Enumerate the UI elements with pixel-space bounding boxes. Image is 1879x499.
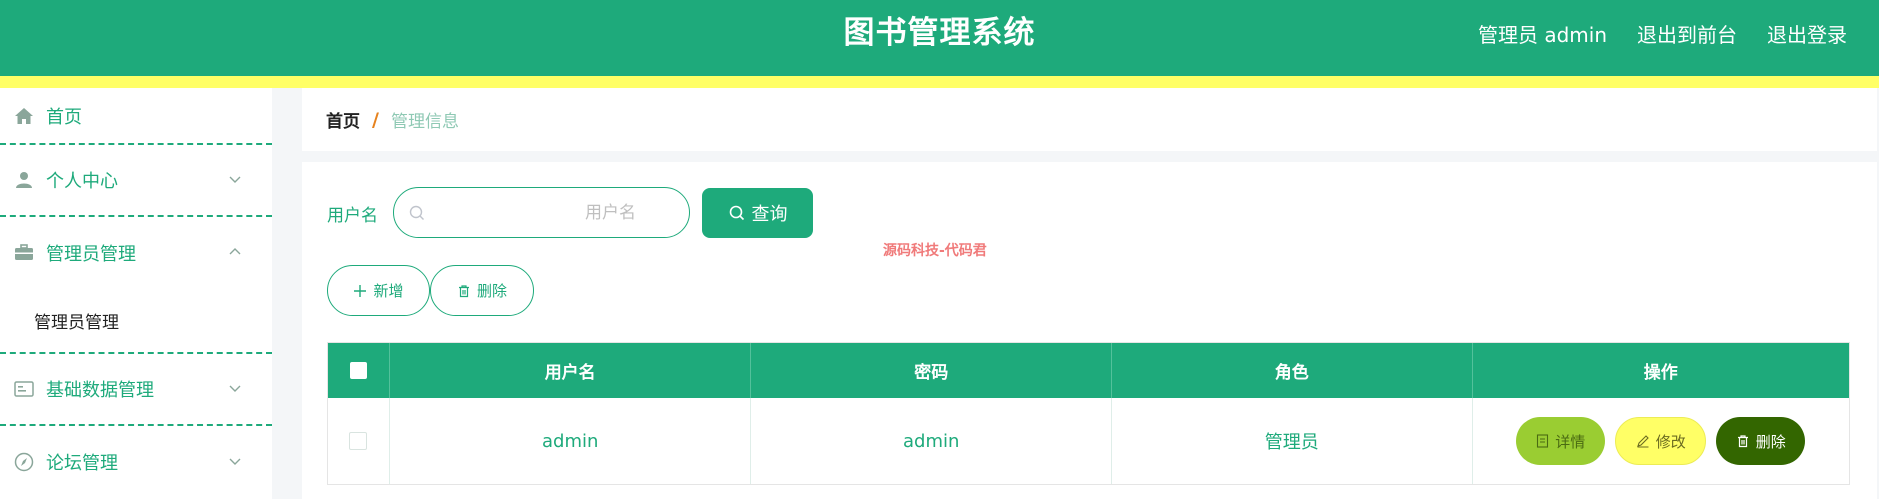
trash-icon xyxy=(1737,435,1748,448)
row-select-cell xyxy=(328,398,390,484)
search-icon xyxy=(409,205,424,220)
select-all-checkbox[interactable] xyxy=(349,362,367,379)
search-button-label: 查询 xyxy=(751,204,788,225)
detail-button[interactable]: 详情 xyxy=(1516,417,1606,465)
breadcrumb: 首页 / 管理信息 xyxy=(302,88,1877,151)
cell-role: 管理员 xyxy=(1112,398,1473,484)
sidebar-item-admin-management[interactable]: 管理员管理 xyxy=(0,217,272,288)
cell-actions: 详情 修改 删除 xyxy=(1473,398,1850,484)
trash-icon xyxy=(458,284,469,297)
column-header-username: 用户名 xyxy=(390,343,752,398)
breadcrumb-home[interactable]: 首页 xyxy=(326,107,360,132)
cell-password: admin xyxy=(751,398,1112,484)
watermark: 源码科技-代码君 xyxy=(883,243,987,259)
plus-icon xyxy=(354,284,367,297)
row-delete-button[interactable]: 删除 xyxy=(1716,417,1806,465)
search-field[interactable] xyxy=(393,187,690,238)
exit-to-front-link[interactable]: 退出到前台 xyxy=(1637,19,1737,48)
home-icon xyxy=(14,106,34,126)
search-label: 用户名 xyxy=(327,206,378,226)
header-user-area: 管理员 admin 退出到前台 退出登录 xyxy=(1478,0,1847,66)
chevron-down-icon xyxy=(229,458,241,465)
search-icon xyxy=(729,205,744,221)
table-header: 用户名 密码 角色 操作 xyxy=(328,343,1849,398)
search-input[interactable] xyxy=(434,196,674,230)
sidebar-item-label: 基础数据管理 xyxy=(46,380,154,401)
header-stripe xyxy=(0,76,1879,88)
breadcrumb-separator: / xyxy=(372,108,379,131)
row-checkbox[interactable] xyxy=(349,432,368,450)
submenu-item-admin-management[interactable]: 管理员管理 xyxy=(0,288,272,354)
detail-button-label: 详情 xyxy=(1555,432,1586,451)
sidebar-item-forum[interactable]: 论坛管理 xyxy=(0,426,272,498)
current-user-label: 管理员 admin xyxy=(1477,22,1607,47)
chevron-up-icon xyxy=(229,247,241,254)
sidebar: 首页 个人中心 管理员管理 管理员管理 基础数据管理 论坛管理 xyxy=(0,88,272,499)
sidebar-item-home[interactable]: 首页 xyxy=(0,88,272,145)
search-button[interactable]: 查询 xyxy=(702,188,813,238)
add-button[interactable]: 新增 xyxy=(327,265,430,316)
select-all-cell xyxy=(328,343,390,398)
logout-link[interactable]: 退出登录 xyxy=(1767,19,1847,48)
pencil-icon xyxy=(1636,435,1649,448)
sidebar-item-base-data[interactable]: 基础数据管理 xyxy=(0,354,272,426)
briefcase-icon xyxy=(14,243,34,263)
sidebar-item-label: 管理员管理 xyxy=(46,243,136,265)
chevron-down-icon xyxy=(229,385,241,392)
column-header-actions: 操作 xyxy=(1643,363,1678,383)
batch-delete-button-label: 删除 xyxy=(476,282,507,300)
column-header-role: 角色 xyxy=(1112,343,1473,398)
batch-delete-button[interactable]: 删除 xyxy=(430,265,534,316)
document-icon xyxy=(1537,434,1549,448)
column-header-password: 密码 xyxy=(751,343,1112,398)
sidebar-item-label: 论坛管理 xyxy=(46,453,118,474)
sidebar-item-label: 首页 xyxy=(46,106,82,128)
compass-icon xyxy=(14,452,34,472)
sidebar-item-personal-center[interactable]: 个人中心 xyxy=(0,145,272,217)
sidebar-item-label: 个人中心 xyxy=(46,171,118,192)
admin-table: 用户名 密码 角色 操作 admin admin 管理员 详情 修改 删除 xyxy=(327,342,1850,485)
add-button-label: 新增 xyxy=(373,282,404,300)
chevron-down-icon xyxy=(229,176,241,183)
table-row: admin admin 管理员 详情 修改 删除 xyxy=(328,398,1849,484)
breadcrumb-current: 管理信息 xyxy=(390,112,459,132)
user-icon xyxy=(14,170,34,190)
id-card-icon xyxy=(14,379,34,399)
edit-button-label: 修改 xyxy=(1655,432,1686,451)
edit-button[interactable]: 修改 xyxy=(1615,417,1707,465)
cell-username: admin xyxy=(390,398,752,484)
row-delete-button-label: 删除 xyxy=(1755,432,1786,451)
